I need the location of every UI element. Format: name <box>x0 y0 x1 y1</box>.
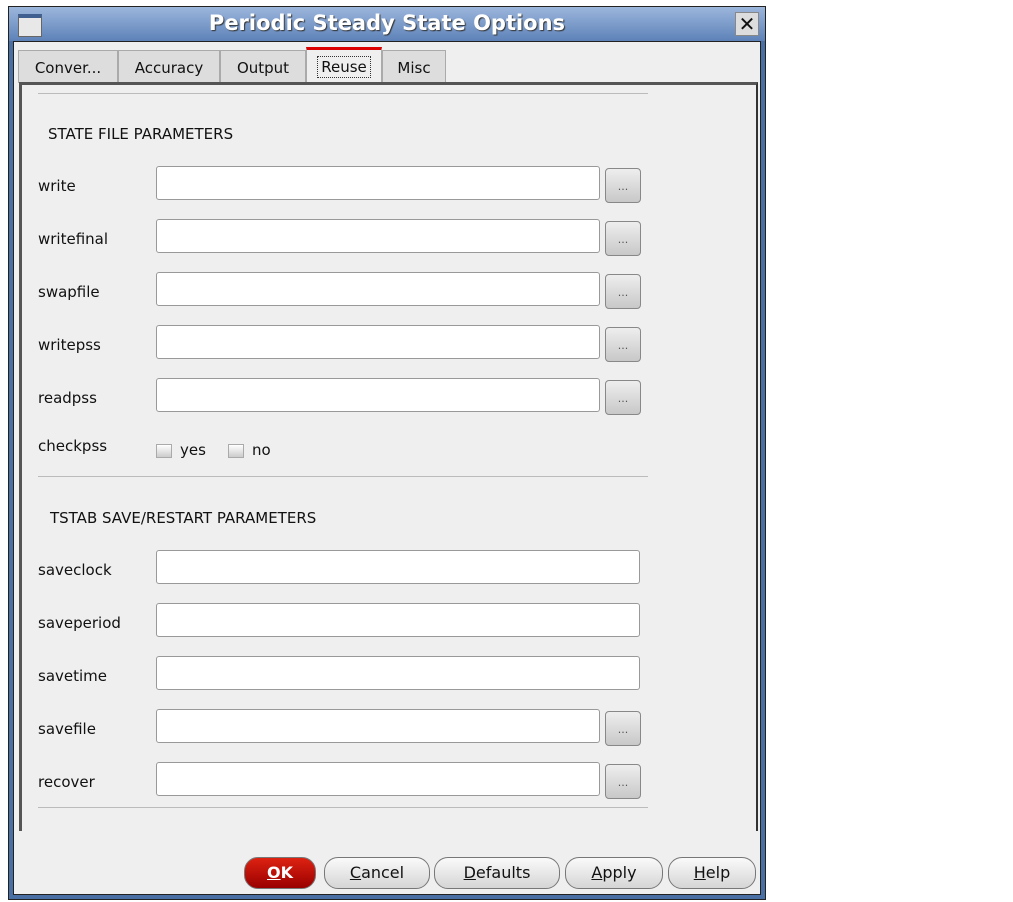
mnemonic: C <box>349 863 362 882</box>
dialog-window: Periodic Steady State Options ✕ Conver..… <box>8 6 766 900</box>
mnemonic: O <box>266 863 281 882</box>
writefinal-label: writefinal <box>38 230 109 248</box>
divider <box>38 93 648 94</box>
close-button[interactable]: ✕ <box>735 12 759 36</box>
button-label: ancel <box>361 863 405 882</box>
tab-accuracy[interactable]: Accuracy <box>118 50 220 83</box>
write-browse-button[interactable]: ... <box>605 168 641 203</box>
mnemonic: H <box>693 863 706 882</box>
recover-input[interactable] <box>156 762 600 796</box>
swapfile-label: swapfile <box>38 283 100 301</box>
readpss-browse-button[interactable]: ... <box>605 380 641 415</box>
button-label: efaults <box>475 863 531 882</box>
button-label: K <box>280 863 293 882</box>
tab-convergence[interactable]: Conver... <box>18 50 118 83</box>
writefinal-input[interactable] <box>156 219 600 253</box>
mnemonic: A <box>591 863 603 882</box>
state-section-header: STATE FILE PARAMETERS <box>48 125 234 143</box>
title-bar[interactable]: Periodic Steady State Options ✕ <box>9 7 765 41</box>
recover-label: recover <box>38 773 95 791</box>
checkpss-no[interactable]: no <box>228 441 271 459</box>
checkbox-label: no <box>252 441 271 459</box>
defaults-button[interactable]: Defaults <box>434 857 560 889</box>
cancel-button[interactable]: Cancel <box>324 857 430 889</box>
checkpss-yes[interactable]: yes <box>156 441 206 459</box>
divider <box>38 476 648 477</box>
savetime-label: savetime <box>38 667 108 685</box>
saveclock-input[interactable] <box>156 550 640 584</box>
writepss-label: writepss <box>38 336 101 354</box>
tstab-section-header: TSTAB SAVE/RESTART PARAMETERS <box>50 509 317 527</box>
tab-output[interactable]: Output <box>220 50 306 83</box>
write-input[interactable] <box>156 166 600 200</box>
write-label: write <box>38 177 76 195</box>
writefinal-browse-button[interactable]: ... <box>605 221 641 256</box>
swapfile-input[interactable] <box>156 272 600 306</box>
saveperiod-input[interactable] <box>156 603 640 637</box>
savefile-label: savefile <box>38 720 96 738</box>
help-button[interactable]: Help <box>668 857 756 889</box>
dialog-body: Conver... Accuracy Output Reuse Misc STA… <box>13 41 761 895</box>
savefile-browse-button[interactable]: ... <box>605 711 641 746</box>
savetime-input[interactable] <box>156 656 640 690</box>
button-label: pply <box>602 863 637 882</box>
mnemonic: D <box>463 863 476 882</box>
divider <box>38 807 648 808</box>
apply-button[interactable]: Apply <box>565 857 663 889</box>
checkpss-label: checkpss <box>38 437 108 455</box>
tab-misc[interactable]: Misc <box>382 50 446 83</box>
checkbox[interactable] <box>228 443 244 458</box>
saveclock-label: saveclock <box>38 561 112 579</box>
writepss-input[interactable] <box>156 325 600 359</box>
recover-browse-button[interactable]: ... <box>605 764 641 799</box>
readpss-input[interactable] <box>156 378 600 412</box>
checkbox-label: yes <box>180 441 206 459</box>
tab-reuse[interactable]: Reuse <box>306 47 382 86</box>
tab-reuse-label: Reuse <box>317 56 371 78</box>
button-label: elp <box>705 863 731 882</box>
swapfile-browse-button[interactable]: ... <box>605 274 641 309</box>
writepss-browse-button[interactable]: ... <box>605 327 641 362</box>
readpss-label: readpss <box>38 389 97 407</box>
savefile-input[interactable] <box>156 709 600 743</box>
saveperiod-label: saveperiod <box>38 614 121 632</box>
reuse-panel: STATE FILE PARAMETERS write ... writefin… <box>19 82 758 831</box>
checkbox[interactable] <box>156 443 172 458</box>
ok-button[interactable]: OK <box>244 857 316 889</box>
dialog-title: Periodic Steady State Options <box>208 11 566 35</box>
